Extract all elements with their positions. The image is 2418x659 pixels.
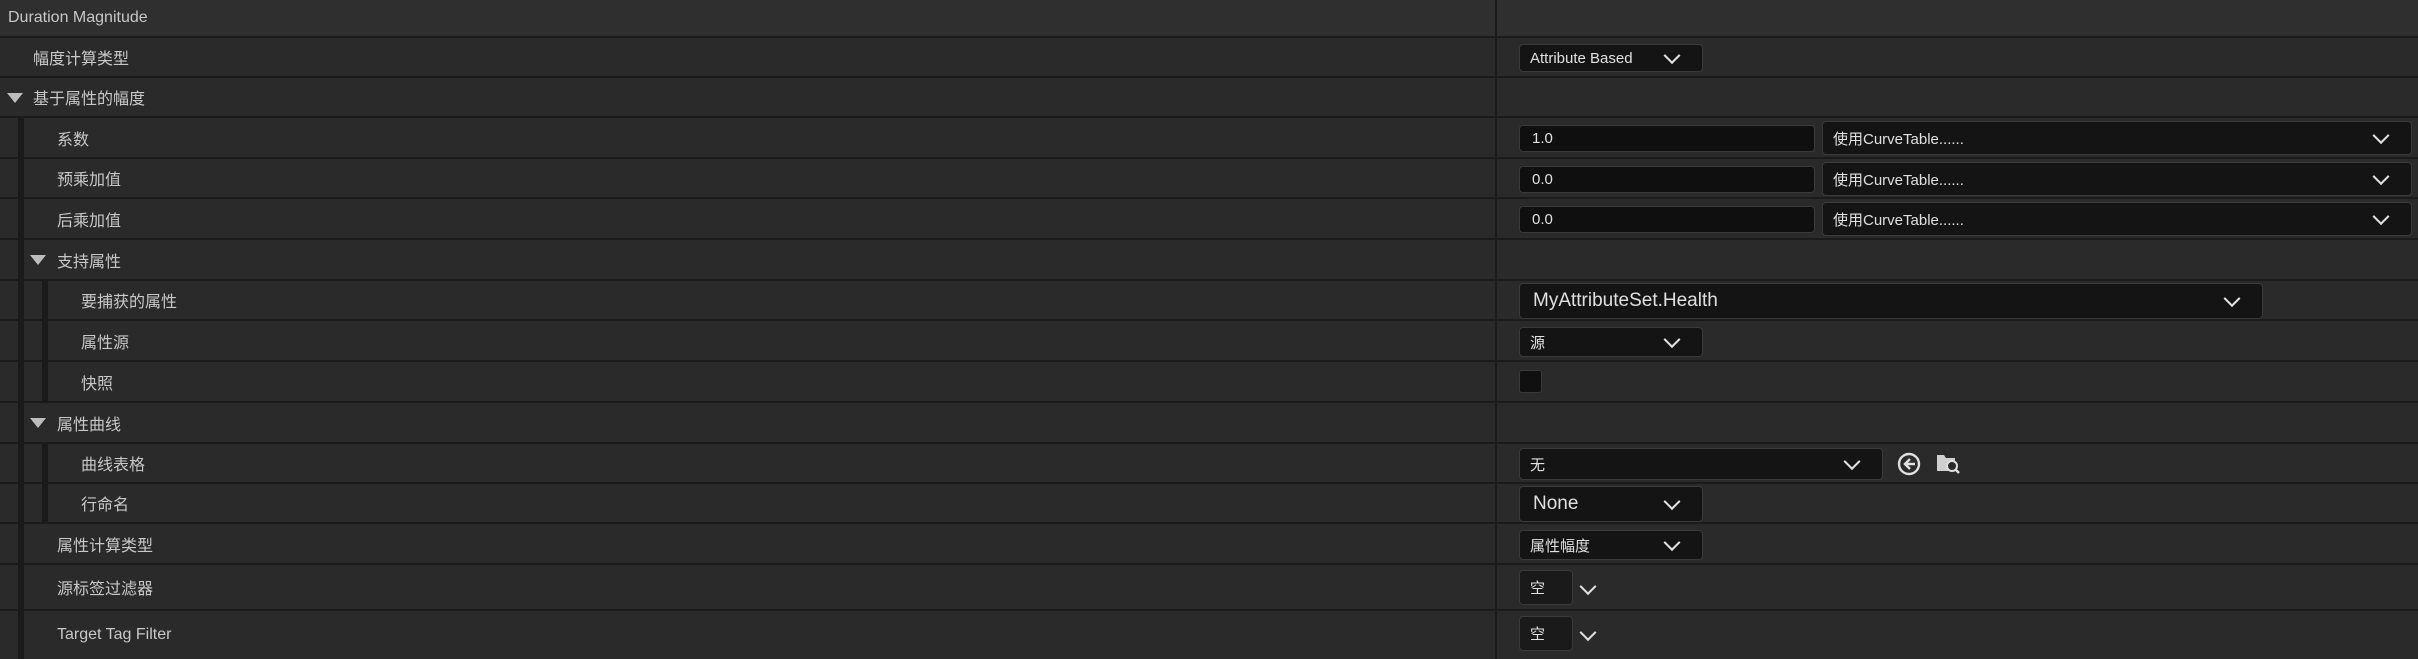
row-calc-type: 幅度计算类型 Attribute Based bbox=[0, 38, 2418, 78]
browse-folder-icon[interactable] bbox=[1935, 450, 1961, 476]
curve-table-combo[interactable]: 无 bbox=[1519, 448, 1883, 480]
chevron-down-icon bbox=[2223, 290, 2241, 308]
snapshot-checkbox[interactable] bbox=[1519, 370, 1542, 393]
section-title: Duration Magnitude bbox=[8, 9, 148, 26]
captured-attr-combo[interactable]: MyAttributeSet.Health bbox=[1519, 283, 2263, 319]
coefficient-input[interactable]: 1.0 bbox=[1519, 125, 1815, 152]
row-attr-calc-type: 属性计算类型 属性幅度 bbox=[0, 524, 2418, 565]
row-attr-source: 属性源 源 bbox=[0, 321, 2418, 362]
row-post-add: 后乘加值 0.0 使用CurveTable...... bbox=[0, 199, 2418, 240]
row-row-name: 行命名 None bbox=[0, 484, 2418, 524]
pre-add-label: 预乘加值 bbox=[57, 172, 122, 189]
row-name-combo[interactable]: None bbox=[1519, 486, 1703, 522]
row-target-tag-filter: Target Tag Filter 空 bbox=[0, 611, 2418, 659]
backing-attr-label: 支持属性 bbox=[57, 253, 122, 271]
attr-source-label: 属性源 bbox=[81, 334, 130, 352]
attr-based-label: 基于属性的幅度 bbox=[33, 91, 146, 108]
pre-add-input[interactable]: 0.0 bbox=[1519, 166, 1815, 193]
chevron-down-icon bbox=[1663, 534, 1681, 552]
attr-curve-label: 属性曲线 bbox=[57, 416, 122, 434]
row-attr-based[interactable]: 基于属性的幅度 bbox=[0, 78, 2418, 118]
captured-attr-label: 要捕获的属性 bbox=[81, 294, 178, 311]
source-tag-filter-box[interactable]: 空 bbox=[1519, 570, 1573, 605]
post-add-input[interactable]: 0.0 bbox=[1519, 206, 1815, 233]
row-backing-attr[interactable]: 支持属性 bbox=[0, 240, 2418, 281]
chevron-down-icon bbox=[1843, 453, 1861, 471]
snapshot-label: 快照 bbox=[81, 375, 114, 393]
row-coefficient: 系数 1.0 使用CurveTable...... bbox=[0, 118, 2418, 159]
expand-arrow-icon[interactable] bbox=[7, 93, 23, 103]
chevron-down-icon bbox=[2372, 127, 2390, 145]
chevron-down-icon bbox=[1663, 47, 1681, 65]
attr-calc-type-label: 属性计算类型 bbox=[57, 537, 154, 555]
chevron-down-icon bbox=[2372, 208, 2390, 226]
source-tag-filter-label: 源标签过滤器 bbox=[57, 581, 154, 598]
section-header[interactable]: Duration Magnitude bbox=[0, 0, 2418, 38]
post-add-curve-combo[interactable]: 使用CurveTable...... bbox=[1822, 202, 2412, 236]
calc-type-value: Attribute Based bbox=[1530, 49, 1633, 67]
chevron-down-icon bbox=[2372, 168, 2390, 186]
post-add-label: 后乘加值 bbox=[57, 212, 122, 230]
details-panel: Duration Magnitude 幅度计算类型 Attribute Base… bbox=[0, 0, 2418, 659]
expand-arrow-icon[interactable] bbox=[30, 255, 46, 265]
attr-source-combo[interactable]: 源 bbox=[1519, 327, 1703, 357]
attr-calc-type-combo[interactable]: 属性幅度 bbox=[1519, 530, 1703, 560]
chevron-down-icon[interactable] bbox=[1579, 578, 1597, 596]
calc-type-combo[interactable]: Attribute Based bbox=[1519, 44, 1703, 72]
target-tag-filter-box[interactable]: 空 bbox=[1519, 616, 1573, 651]
row-captured-attr: 要捕获的属性 MyAttributeSet.Health bbox=[0, 281, 2418, 321]
expand-arrow-icon[interactable] bbox=[30, 418, 46, 428]
coefficient-curve-combo[interactable]: 使用CurveTable...... bbox=[1822, 121, 2412, 155]
coefficient-label: 系数 bbox=[57, 131, 90, 149]
target-tag-filter-label: Target Tag Filter bbox=[57, 626, 172, 643]
chevron-down-icon bbox=[1663, 493, 1681, 511]
row-pre-add: 预乘加值 0.0 使用CurveTable...... bbox=[0, 159, 2418, 199]
row-source-tag-filter: 源标签过滤器 空 bbox=[0, 565, 2418, 611]
pre-add-curve-combo[interactable]: 使用CurveTable...... bbox=[1822, 162, 2412, 196]
row-attr-curve[interactable]: 属性曲线 bbox=[0, 403, 2418, 444]
reset-arrow-icon[interactable] bbox=[1896, 451, 1922, 477]
row-curve-table: 曲线表格 无 bbox=[0, 444, 2418, 484]
row-snapshot: 快照 bbox=[0, 362, 2418, 403]
chevron-down-icon bbox=[1663, 331, 1681, 349]
row-name-label: 行命名 bbox=[81, 497, 130, 514]
curve-table-label: 曲线表格 bbox=[81, 457, 146, 474]
chevron-down-icon[interactable] bbox=[1579, 624, 1597, 642]
calc-type-label: 幅度计算类型 bbox=[33, 51, 130, 68]
